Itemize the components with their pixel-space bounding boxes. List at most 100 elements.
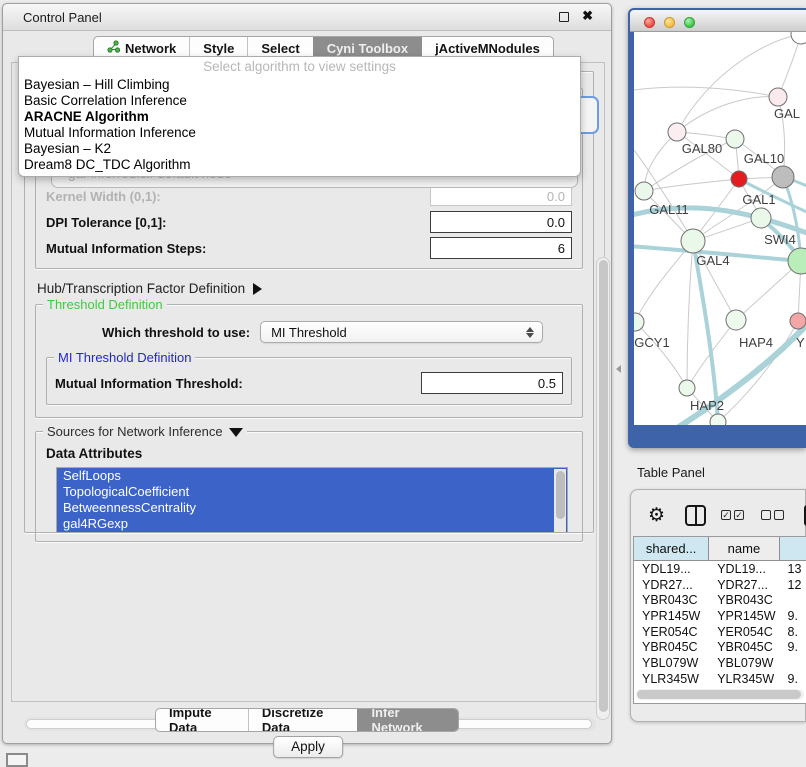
network-icon bbox=[107, 40, 120, 56]
table-cell: 8. bbox=[780, 625, 806, 639]
hub-section-toggle[interactable]: Hub/Transcription Factor Definition bbox=[37, 281, 583, 296]
unchecked-pair-icon[interactable] bbox=[761, 510, 784, 520]
table-toolbar bbox=[641, 502, 805, 532]
network-edge bbox=[635, 322, 687, 388]
mi-steps-label: Mutual Information Steps: bbox=[46, 241, 430, 256]
tab-discretize-data[interactable]: Discretize Data bbox=[248, 709, 358, 731]
attribute-item[interactable]: TopologicalCoefficient bbox=[57, 484, 567, 500]
settings-vertical-scrollbar[interactable] bbox=[596, 257, 610, 720]
node-gal80[interactable] bbox=[668, 123, 686, 141]
node-label-gal: GAL bbox=[774, 106, 800, 121]
dpi-tolerance-label: DPI Tolerance [0,1]: bbox=[46, 215, 430, 230]
threshold-definition-group: Threshold Definition Which threshold to … bbox=[35, 304, 583, 418]
node-gcy1[interactable] bbox=[634, 313, 644, 331]
node-pink-top[interactable] bbox=[769, 88, 787, 106]
network-edge-highlighted bbox=[693, 241, 718, 422]
dropdown-item[interactable]: Dream8 DC_TDC Algorithm bbox=[19, 157, 580, 173]
table-horizontal-scrollbar[interactable] bbox=[636, 689, 804, 700]
tab-label: Style bbox=[203, 41, 234, 56]
close-window-icon[interactable] bbox=[644, 17, 655, 28]
float-panel-icon[interactable] bbox=[559, 12, 569, 22]
node-label-gal4: GAL4 bbox=[696, 253, 729, 268]
table-cell: YBL079W bbox=[634, 656, 709, 670]
panel-splitter-arrow-icon[interactable] bbox=[616, 365, 621, 373]
node-label-gcy1: GCY1 bbox=[634, 335, 669, 350]
table-panel-title: Table Panel bbox=[637, 465, 705, 480]
node-gal4[interactable] bbox=[681, 229, 705, 253]
node-pink-right[interactable] bbox=[790, 313, 806, 329]
split-columns-icon[interactable] bbox=[685, 505, 706, 526]
dropdown-item[interactable]: Bayesian – K2 bbox=[19, 141, 580, 157]
node-label-hap4: HAP4 bbox=[739, 335, 773, 350]
attribute-item[interactable]: SelfLoops bbox=[57, 468, 567, 484]
attribute-item[interactable]: gal4RGexp bbox=[57, 516, 567, 532]
zoom-window-icon[interactable] bbox=[684, 17, 695, 28]
node-gray[interactable] bbox=[772, 166, 794, 188]
algorithm-dropdown-popup: Select algorithm to view settings Bayesi… bbox=[18, 56, 581, 177]
tab-label: Cyni Toolbox bbox=[327, 41, 408, 56]
node-red[interactable] bbox=[731, 171, 747, 187]
tab-label: Select bbox=[261, 41, 299, 56]
gear-icon[interactable] bbox=[648, 504, 665, 527]
dropdown-item[interactable]: Basic Correlation Inference bbox=[19, 93, 580, 109]
table-cell: YPR145W bbox=[709, 609, 779, 623]
table-row[interactable]: YDL19...YDL19...13 bbox=[634, 561, 806, 577]
table-row[interactable]: YPR145WYPR145W9. bbox=[634, 608, 806, 624]
table-cell: 9. bbox=[780, 672, 806, 686]
attributes-scrollbar[interactable] bbox=[554, 469, 566, 533]
column-header[interactable]: name bbox=[709, 537, 779, 560]
tab-impute-data[interactable]: Impute Data bbox=[156, 709, 248, 731]
table-row[interactable]: YBR043CYBR043C bbox=[634, 592, 806, 608]
network-edge bbox=[635, 241, 693, 322]
tab-infer-network[interactable]: Infer Network bbox=[357, 709, 458, 731]
data-attributes-list[interactable]: SelfLoopsTopologicalCoefficientBetweenne… bbox=[56, 467, 568, 533]
table-cell: YLR345W bbox=[634, 672, 709, 686]
dropdown-item[interactable]: Mutual Information Inference bbox=[19, 125, 580, 141]
apply-button[interactable]: Apply bbox=[273, 736, 343, 758]
node-label-gal1: GAL1 bbox=[742, 192, 775, 207]
node-hap2[interactable] bbox=[679, 380, 695, 396]
table-row[interactable]: YLR345WYLR345W9. bbox=[634, 671, 806, 687]
dpi-tolerance-input[interactable]: 0.0 bbox=[430, 211, 572, 233]
table-cell: YDL19... bbox=[709, 562, 779, 576]
node-bottom[interactable] bbox=[710, 414, 726, 425]
mi-threshold-title: MI Threshold Definition bbox=[54, 350, 195, 365]
node-label-swi4: SWI4 bbox=[764, 232, 796, 247]
node-hap4[interactable] bbox=[726, 310, 746, 330]
node-gal1[interactable] bbox=[751, 208, 771, 228]
network-canvas-svg[interactable]: GALGAL80GAL10GAL1GAL11SWI4GAL4GCY1HAP4YH… bbox=[634, 32, 806, 425]
node-gal10[interactable] bbox=[726, 130, 744, 148]
table-row[interactable]: YER054CYER054C8. bbox=[634, 624, 806, 640]
kernel-width-input[interactable]: 0.0 bbox=[430, 186, 572, 206]
table-row[interactable]: YBL079WYBL079W bbox=[634, 655, 806, 671]
mi-steps-input[interactable]: 6 bbox=[430, 237, 572, 259]
panel-title: Control Panel bbox=[23, 10, 102, 25]
table-row[interactable]: YDR27...YDR27...12 bbox=[634, 577, 806, 593]
network-view-window: GALGAL80GAL10GAL1GAL11SWI4GAL4GCY1HAP4YH… bbox=[628, 8, 806, 448]
minimize-window-icon[interactable] bbox=[664, 17, 675, 28]
table-cell: YBR043C bbox=[709, 593, 779, 607]
sources-group: Sources for Network Inference Data Attri… bbox=[35, 431, 583, 542]
sources-title-text: Sources for Network Inference bbox=[47, 424, 223, 439]
column-header[interactable] bbox=[780, 537, 806, 560]
table-cell: 12 bbox=[780, 578, 806, 592]
close-panel-icon[interactable] bbox=[582, 8, 593, 24]
attribute-item[interactable]: BetweennessCentrality bbox=[57, 500, 567, 516]
tab-label: Impute Data bbox=[169, 708, 235, 732]
dropdown-item[interactable]: ARACNE Algorithm bbox=[19, 109, 580, 125]
node-top-partial[interactable] bbox=[791, 32, 806, 44]
which-threshold-select[interactable]: MI Threshold bbox=[260, 321, 543, 343]
dropdown-item[interactable]: Bayesian – Hill Climbing bbox=[19, 77, 580, 93]
table-row[interactable]: YBR045CYBR045C9. bbox=[634, 639, 806, 655]
tab-label: Infer Network bbox=[371, 708, 445, 732]
sources-group-title[interactable]: Sources for Network Inference bbox=[43, 424, 247, 439]
node-gal11[interactable] bbox=[635, 182, 653, 200]
table-cell: 9. bbox=[780, 609, 806, 623]
checked-pair-icon[interactable] bbox=[721, 510, 744, 520]
tab-label: Discretize Data bbox=[262, 708, 345, 732]
mi-threshold-input[interactable]: 0.5 bbox=[421, 372, 563, 394]
column-header[interactable]: shared... bbox=[634, 537, 709, 560]
docked-panel-icon[interactable] bbox=[6, 753, 28, 767]
network-canvas[interactable]: GALGAL80GAL10GAL1GAL11SWI4GAL4GCY1HAP4YH… bbox=[634, 32, 806, 425]
network-window-titlebar bbox=[630, 10, 806, 32]
